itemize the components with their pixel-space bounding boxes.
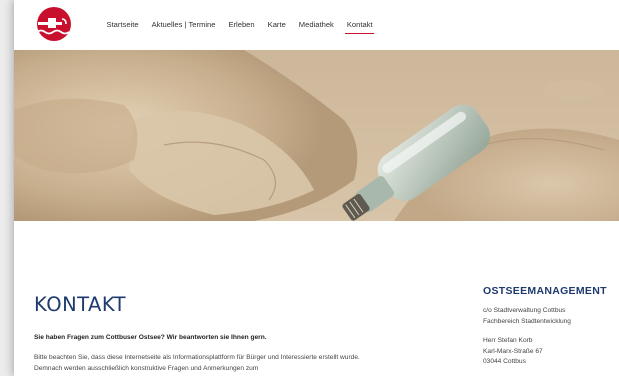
address-block: c/o Stadtverwaltung Cottbus Fachbereich … xyxy=(483,306,619,327)
address-line: Fachbereich Stadtentwicklung xyxy=(483,317,571,325)
hero-bottle-in-sand-image xyxy=(14,50,619,221)
nav-aktuelles-termine[interactable]: Aktuelles | Termine xyxy=(145,0,222,50)
content-area: KONTAKT Sie haben Fragen zum Cottbuser O… xyxy=(14,221,619,376)
nav-karte[interactable]: Karte xyxy=(261,0,292,50)
nav-startseite[interactable]: Startseite xyxy=(100,0,145,50)
nav-mediathek[interactable]: Mediathek xyxy=(292,0,340,50)
page: Startseite Aktuelles | Termine Erleben K… xyxy=(14,0,619,376)
site-header: Startseite Aktuelles | Termine Erleben K… xyxy=(14,0,619,50)
contact-name: Herr Stefan Korb xyxy=(483,337,533,344)
main-nav: Startseite Aktuelles | Termine Erleben K… xyxy=(100,0,379,50)
contact-street: Karl-Marx-Straße 67 xyxy=(483,347,543,355)
lead-text: Sie haben Fragen zum Cottbuser Ostsee? W… xyxy=(34,334,267,341)
address-line: c/o Stadtverwaltung Cottbus xyxy=(483,307,566,314)
contact-person-block: Herr Stefan Korb Karl-Marx-Straße 67 030… xyxy=(483,336,619,368)
nav-erleben[interactable]: Erleben xyxy=(222,0,261,50)
body-text: Bitte beachten Sie, dass diese Internets… xyxy=(34,354,360,372)
contact-city: 03044 Cottbus xyxy=(483,358,526,365)
contact-sidebar: OSTSEEMANAGEMENT c/o Stadtverwaltung Cot… xyxy=(483,285,619,368)
sidebar-title: OSTSEEMANAGEMENT xyxy=(483,285,607,297)
page-title: KONTAKT xyxy=(34,293,127,316)
hero-image xyxy=(14,50,619,221)
site-logo-icon[interactable] xyxy=(28,6,80,42)
nav-kontakt[interactable]: Kontakt xyxy=(340,0,379,50)
